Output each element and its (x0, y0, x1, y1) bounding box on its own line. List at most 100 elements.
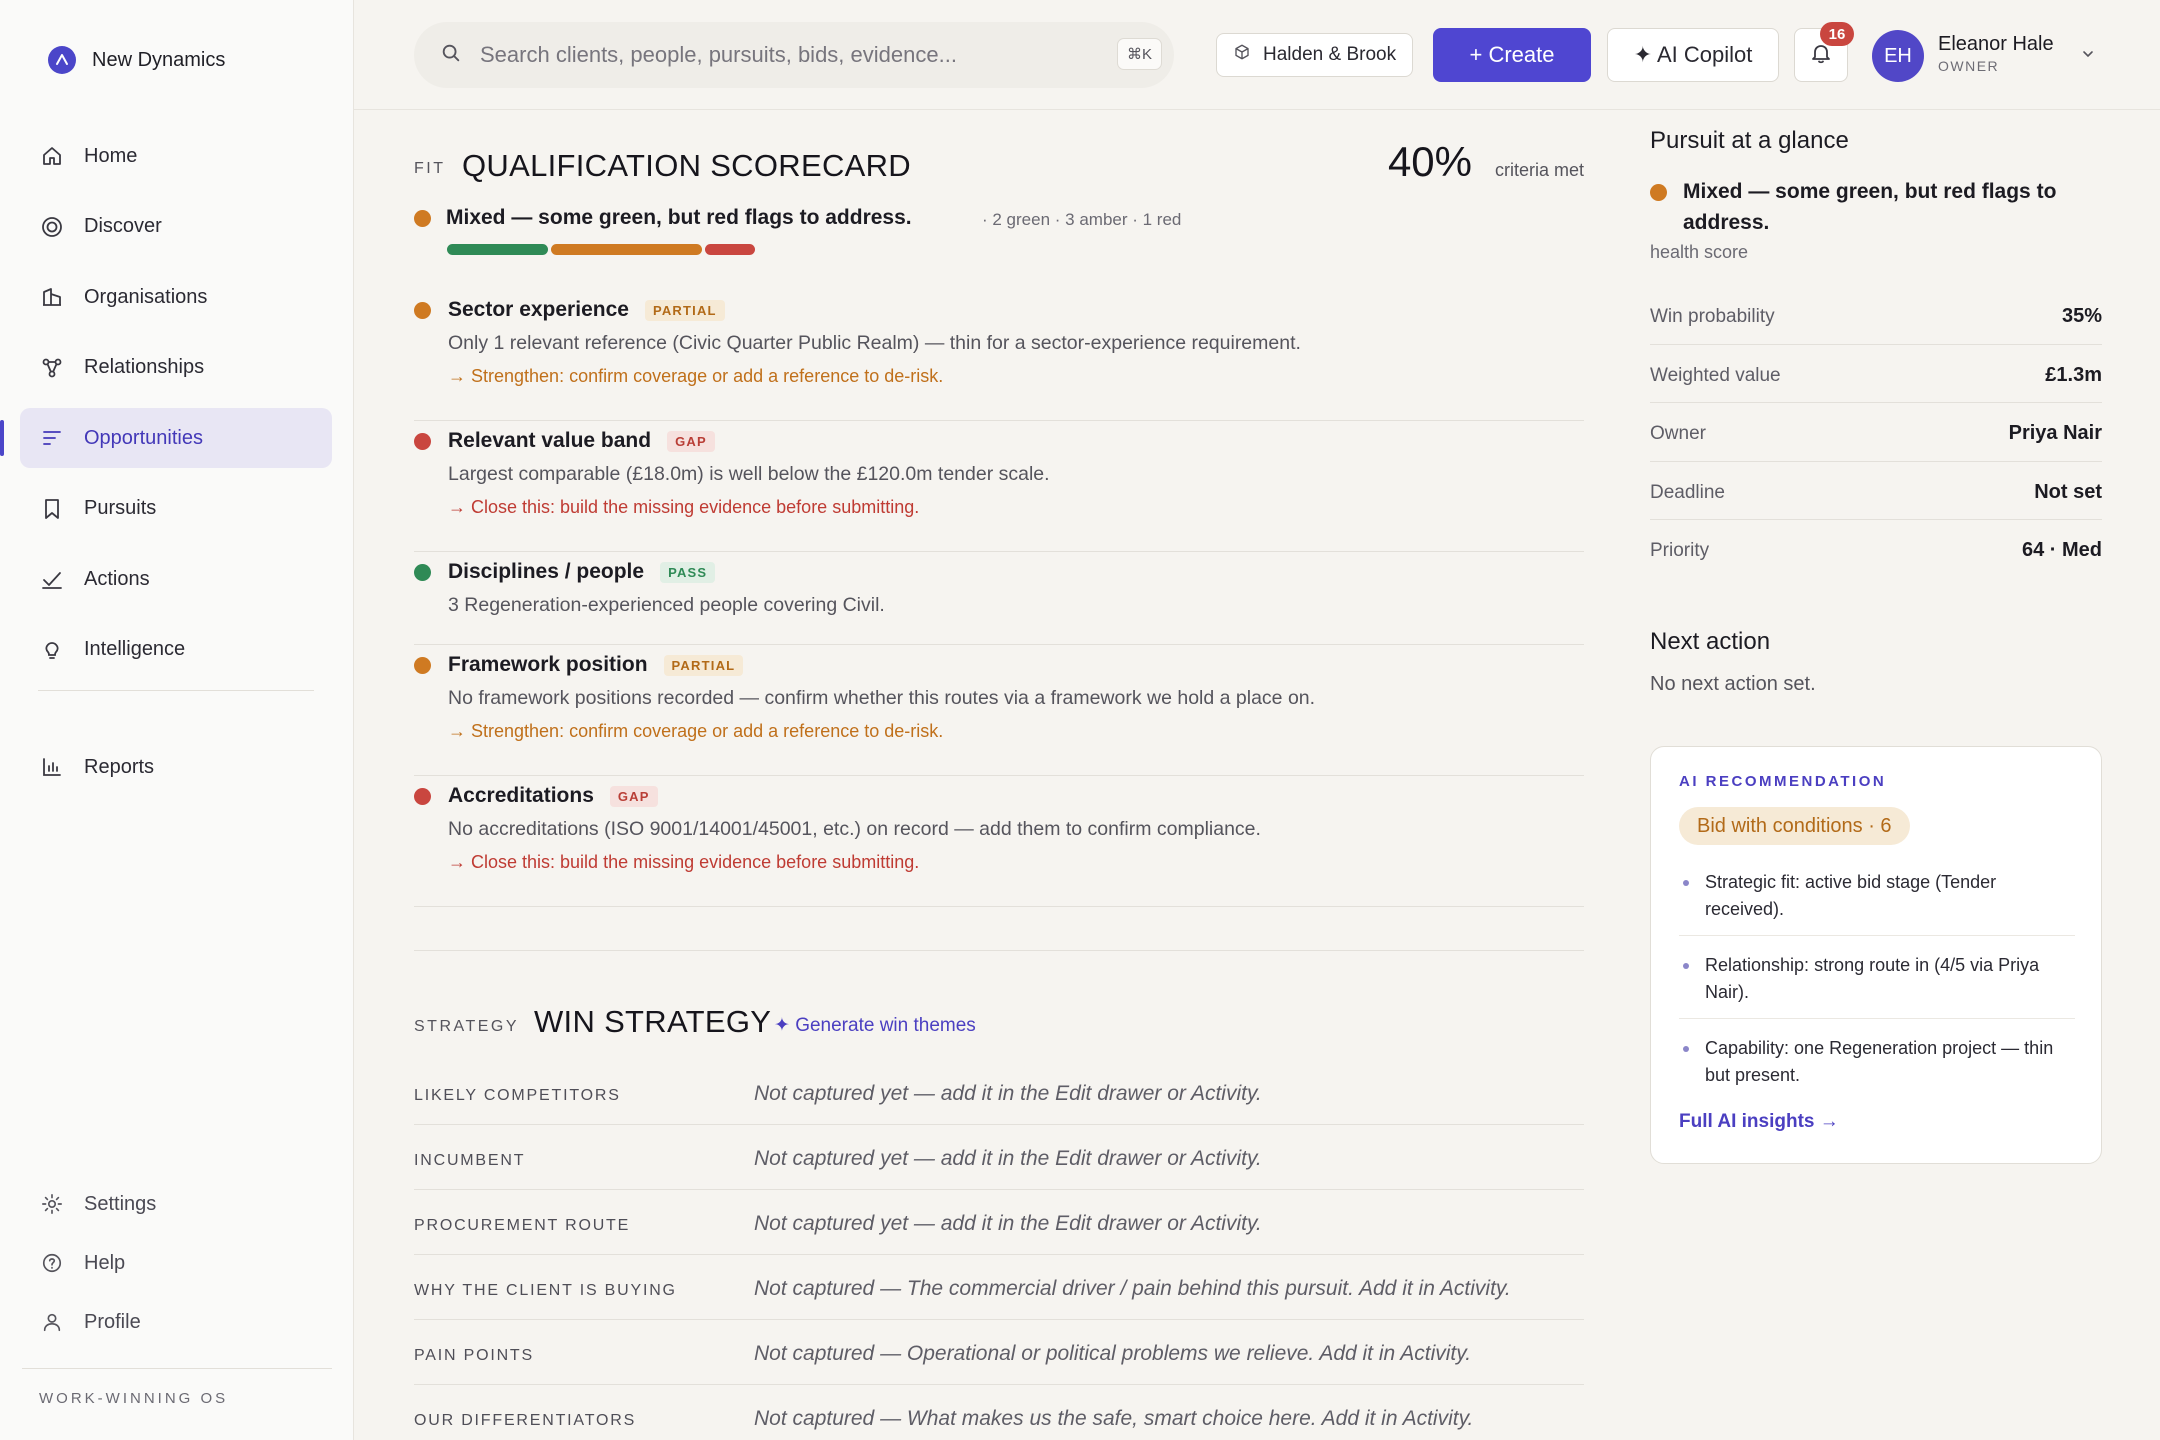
sidebar-item-relationships[interactable]: Relationships (20, 338, 332, 398)
sidebar-item-organisations[interactable]: Organisations (20, 267, 332, 327)
sidebar-item-label: Home (84, 144, 138, 167)
sidebar-item-actions[interactable]: Actions (20, 549, 332, 609)
criterion-description: Largest comparable (£18.0m) is well belo… (448, 463, 1050, 485)
criterion-action[interactable]: → Strengthen: confirm coverage or add a … (448, 366, 943, 387)
strategy-label: OUR DIFFERENTIATORS (414, 1412, 637, 1429)
strategy-row[interactable]: PROCUREMENT ROUTE Not captured yet — add … (414, 1190, 1584, 1255)
criterion-description: No framework positions recorded — confir… (448, 687, 1316, 709)
criterion-name: Accreditations (448, 784, 594, 807)
status-badge: PASS (660, 561, 716, 583)
criteria-met-percent: 40% (1387, 138, 1472, 185)
ai-recommendation-card: AI RECOMMENDATION Bid with conditions · … (1650, 746, 2102, 1164)
recommendation-reason: Strategic fit: active bid stage (Tender … (1679, 865, 2075, 936)
create-button[interactable]: + Create (1433, 28, 1591, 82)
user-name[interactable]: Eleanor Hale (1938, 33, 2054, 56)
summary-counts: · 2 green · 3 amber · 1 red (982, 210, 1182, 229)
sidebar-item-label: Intelligence (84, 638, 186, 660)
check-icon (40, 567, 64, 591)
sidebar-item-opportunities[interactable]: Opportunities (0, 408, 332, 468)
sun-gear-icon (40, 1192, 64, 1216)
sidebar-item-pursuits[interactable]: Pursuits (20, 479, 332, 539)
sidebar-item-reports[interactable]: Reports (20, 737, 332, 797)
sidebar-item-label: Help (84, 1251, 126, 1274)
sidebar: New Dynamics Home Discover Organisations… (0, 0, 354, 1440)
strategy-label: PROCUREMENT ROUTE (414, 1217, 631, 1234)
sidebar-item-label: Relationships (84, 356, 205, 378)
strategy-value: Not captured yet — add it in the Edit dr… (754, 1082, 1262, 1105)
building-icon (40, 285, 64, 309)
sidebar-item-profile[interactable]: Profile (20, 1298, 332, 1346)
cube-icon (1233, 43, 1251, 67)
criterion-row[interactable]: Disciplines / people PASS 3 Regeneration-e… (414, 552, 1584, 645)
criterion-action[interactable]: → Strengthen: confirm coverage or add a … (448, 721, 943, 742)
sidebar-item-intelligence[interactable]: Intelligence (20, 620, 332, 680)
generate-win-themes-button[interactable]: ✦ Generate win themes (774, 1014, 976, 1037)
status-dot (414, 433, 431, 450)
strategy-label: WHY THE CLIENT IS BUYING (414, 1282, 677, 1299)
criterion-description: 3 Regeneration-experienced people coveri… (448, 594, 885, 616)
next-action-text: No next action set. (1650, 673, 1816, 695)
avatar[interactable]: EH (1872, 30, 1924, 82)
sidebar-item-settings[interactable]: Settings (20, 1180, 332, 1228)
full-ai-insights-link[interactable]: Full AI insights → (1679, 1111, 1839, 1133)
criterion-action[interactable]: → Close this: build the missing evidence… (448, 497, 919, 518)
brand-logo-icon (48, 46, 76, 74)
secondary-nav: Settings Help Profile (20, 1180, 332, 1357)
strategy-value: Not captured yet — add it in the Edit dr… (754, 1147, 1262, 1170)
criterion-description: No accreditations (ISO 9001/14001/45001,… (448, 818, 1261, 840)
main-nav: Home Discover Organisations Relationship… (0, 126, 332, 808)
fact-label: Weighted value (1650, 364, 1781, 386)
fact-value: £1.3m (2045, 363, 2102, 386)
criterion-row[interactable]: Framework position PARTIAL No framework po… (414, 645, 1584, 776)
recommendation-reasons: Strategic fit: active bid stage (Tender … (1679, 865, 2075, 1113)
status-badge: GAP (667, 430, 715, 452)
target-icon (40, 215, 64, 239)
fact-row: Priority 64 · Med (1650, 520, 2102, 579)
criterion-action[interactable]: → Close this: build the missing evidence… (448, 852, 919, 873)
fact-value: 35% (2061, 305, 2102, 327)
fact-label: Win probability (1650, 306, 1775, 327)
bookmark-icon (40, 497, 64, 521)
section-title: WIN STRATEGY (534, 1004, 772, 1039)
global-search[interactable]: ⌘K (414, 22, 1174, 88)
footer-tagline: WORK-WINNING OS (39, 1390, 229, 1407)
strategy-row[interactable]: PAIN POINTS Not captured — Operational or… (414, 1320, 1584, 1385)
chevron-down-icon[interactable] (2080, 46, 2096, 67)
criterion-row[interactable]: Sector experience PARTIAL Only 1 relevant … (414, 290, 1584, 421)
sidebar-item-help[interactable]: Help (20, 1239, 332, 1287)
brand[interactable]: New Dynamics (48, 46, 225, 74)
criterion-name: Sector experience (448, 298, 629, 321)
main-content: FIT QUALIFICATION SCORECARD 40% criteria… (354, 110, 1594, 1440)
sidebar-item-label: Profile (84, 1310, 141, 1333)
ai-copilot-button[interactable]: ✦ AI Copilot (1607, 28, 1779, 82)
fact-label: Priority (1650, 540, 1710, 561)
sidebar-item-label: Actions (84, 567, 150, 590)
organisation-name: Halden & Brook (1263, 44, 1397, 65)
strategy-row[interactable]: OUR DIFFERENTIATORS Not captured — What m… (414, 1385, 1584, 1440)
search-input[interactable] (480, 42, 1100, 68)
sidebar-item-discover[interactable]: Discover (20, 197, 332, 257)
brand-name: New Dynamics (92, 48, 226, 71)
criterion-header: Framework position PARTIAL (448, 653, 744, 677)
organisation-switcher[interactable]: Halden & Brook (1216, 33, 1414, 77)
footer-divider (22, 1368, 332, 1369)
section-tag: FIT (414, 160, 446, 177)
sidebar-item-home[interactable]: Home (20, 126, 332, 186)
pursuit-facts: Win probability 35% Weighted value £1.3m Own… (1650, 286, 2102, 579)
criterion-row[interactable]: Relevant value band GAP Largest comparable… (414, 421, 1584, 552)
recommendation-badge: Bid with conditions · 6 (1679, 807, 1910, 845)
sidebar-item-label: Reports (84, 755, 155, 778)
strategy-row[interactable]: WHY THE CLIENT IS BUYING Not captured — T… (414, 1255, 1584, 1320)
strategy-row[interactable]: LIKELY COMPETITORS Not captured yet — add… (414, 1060, 1584, 1125)
strategy-row[interactable]: INCUMBENT Not captured yet — add it in th… (414, 1125, 1584, 1190)
bar-chart-icon (40, 755, 64, 779)
scorecard-header: FIT QUALIFICATION SCORECARD 40% criteria… (414, 138, 1584, 188)
fact-value: Not set (2034, 480, 2102, 503)
criterion-row[interactable]: Accreditations GAP No accreditations (ISO … (414, 776, 1584, 907)
status-badge: GAP (609, 785, 658, 807)
section-divider (414, 950, 1584, 951)
strategy-label: LIKELY COMPETITORS (414, 1087, 621, 1104)
status-dot (414, 564, 431, 581)
strategy-value: Not captured yet — add it in the Edit dr… (754, 1212, 1262, 1235)
criterion-description: Only 1 relevant reference (Civic Quarter… (448, 332, 1301, 354)
